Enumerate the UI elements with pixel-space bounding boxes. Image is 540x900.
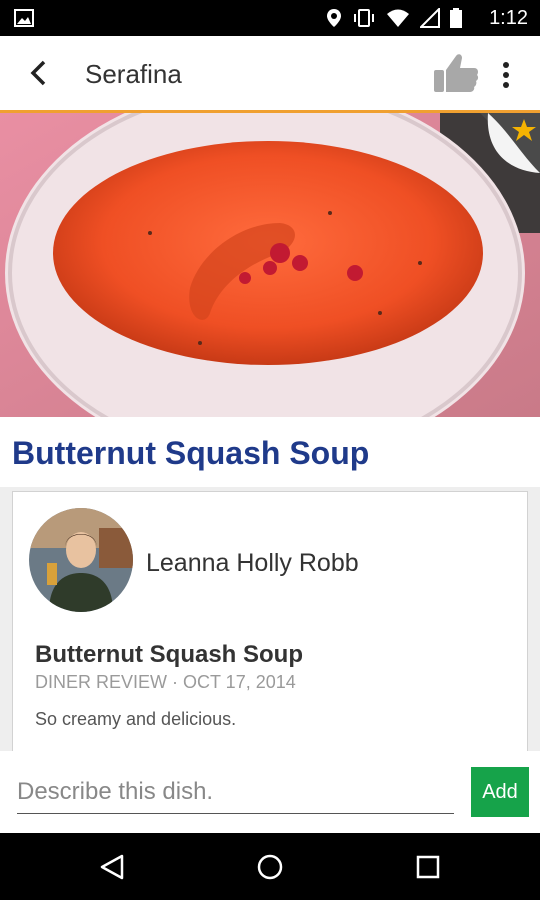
user-photo <box>29 508 133 612</box>
review-meta: DINER REVIEW · OCT 17, 2014 <box>35 672 296 692</box>
clock: 1:12 <box>489 7 528 29</box>
system-nav-bar <box>0 833 540 900</box>
battery-icon <box>450 8 462 28</box>
nav-home-icon[interactable] <box>256 853 284 881</box>
nav-back-icon[interactable] <box>98 853 126 881</box>
add-button[interactable]: Add <box>471 767 529 817</box>
author-name[interactable]: Leanna Holly Robb <box>146 549 359 578</box>
review-text: So creamy and delicious. <box>35 709 237 729</box>
signal-icon <box>420 8 440 28</box>
review-card: Leanna Holly Robb Butternut Squash Soup … <box>12 491 528 753</box>
back-arrow-icon <box>30 60 46 86</box>
dish-title: Butternut Squash Soup <box>12 435 370 471</box>
soup-bowl-image <box>0 113 540 417</box>
favorite-corner[interactable] <box>480 113 540 173</box>
vibrate-icon <box>354 9 374 27</box>
thumbs-up-icon[interactable] <box>432 52 480 94</box>
image-icon <box>14 9 34 27</box>
more-vert-icon[interactable] <box>496 60 516 90</box>
dish-header: Butternut Squash Soup <box>0 417 540 487</box>
page-title: Serafina <box>85 59 182 89</box>
wifi-icon <box>387 9 409 27</box>
nav-recents-icon[interactable] <box>414 853 442 881</box>
status-bar: 1:12 <box>0 0 540 36</box>
dish-photo <box>0 113 540 417</box>
avatar[interactable] <box>29 508 133 612</box>
location-icon <box>327 9 341 27</box>
comment-composer: Add <box>0 751 540 833</box>
back-button[interactable] <box>22 56 56 90</box>
app-bar: Serafina <box>0 36 540 113</box>
review-title: Butternut Squash Soup <box>35 641 303 668</box>
describe-dish-input[interactable] <box>17 771 454 814</box>
